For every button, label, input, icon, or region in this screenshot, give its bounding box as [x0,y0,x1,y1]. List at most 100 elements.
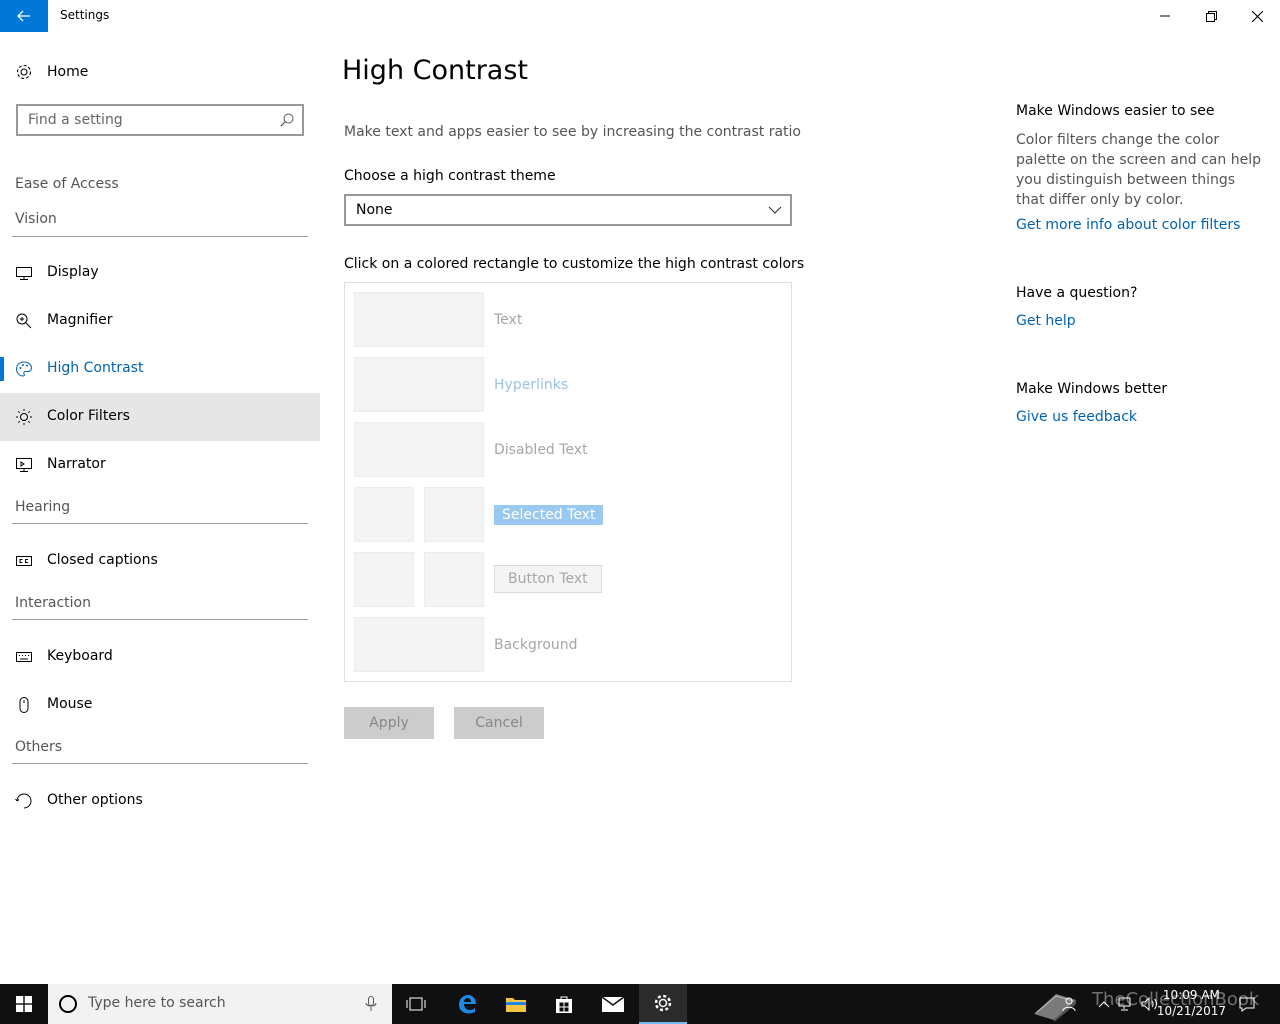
show-hidden-icons-button[interactable] [1093,984,1115,1024]
mail-icon [601,996,625,1012]
sidebar-item-other-options[interactable]: Other options [0,777,320,825]
better-heading: Make Windows better [1016,381,1168,397]
section-vision: Vision [15,211,57,227]
section-interaction: Interaction [15,595,91,611]
text-color-swatch[interactable] [354,292,484,347]
store-button[interactable] [540,984,588,1024]
minimize-button[interactable] [1142,0,1188,32]
swatch-label-text: Text [494,312,523,328]
mail-button[interactable] [589,984,637,1024]
microphone-icon[interactable] [365,996,377,1012]
close-icon [1251,10,1263,22]
restore-icon [1205,10,1217,22]
network-button[interactable] [1115,984,1137,1024]
search-box[interactable] [16,104,304,136]
mouse-icon [19,697,29,713]
question-heading: Have a question? [1016,285,1138,301]
taskbar-search[interactable]: Type here to search [48,984,392,1024]
sidebar-item-mouse[interactable]: Mouse [0,681,320,729]
page-description: Make text and apps easier to see by incr… [344,124,801,140]
close-button[interactable] [1234,0,1280,32]
gear-icon [654,994,672,1012]
sidebar-item-closed-captions[interactable]: Closed captions [0,537,320,585]
cancel-button[interactable]: Cancel [454,707,544,739]
home-nav[interactable]: Home [0,56,320,88]
sidebar-item-label: Color Filters [47,408,130,424]
swatch-label-disabled-text: Disabled Text [494,442,588,458]
color-panel: Text Hyperlinks Disabled Text Selected T… [344,282,792,682]
button-text-foreground-swatch[interactable] [354,552,414,607]
keyboard-icon [16,652,32,662]
apply-button[interactable]: Apply [344,707,434,739]
section-others: Others [15,739,63,755]
colors-label: Click on a colored rectangle to customiz… [344,256,805,272]
get-help-link[interactable]: Get help [1016,313,1076,329]
sun-icon [16,409,32,425]
selected-text-background-swatch[interactable] [424,487,484,542]
network-icon [1118,997,1131,1011]
theme-dropdown[interactable]: None [344,194,792,226]
theme-dropdown-value: None [356,202,393,218]
sidebar-item-display[interactable]: Display [0,249,320,297]
other-options-icon [15,793,32,809]
windows-logo-icon [16,996,32,1012]
closed-captions-icon [16,556,32,566]
sidebar-item-label: Closed captions [47,552,158,568]
sidebar-item-keyboard[interactable]: Keyboard [0,633,320,681]
divider [12,619,308,620]
sidebar-item-label: Keyboard [47,648,113,664]
sidebar-item-high-contrast[interactable]: High Contrast [0,345,320,393]
minimize-icon [1160,15,1170,17]
clock-date: 10/21/2017 [1156,1004,1226,1018]
restore-button[interactable] [1188,0,1234,32]
color-filters-info-link[interactable]: Get more info about color filters [1016,217,1240,233]
search-icon[interactable] [280,113,294,127]
edge-browser-icon [459,995,476,1014]
easier-body: Color filters change the color palette o… [1016,132,1261,208]
action-center-button[interactable] [1234,984,1260,1024]
swatch-label-background: Background [494,637,578,653]
divider [12,236,308,237]
sidebar-item-color-filters[interactable]: Color Filters [0,393,320,441]
divider [12,523,308,524]
back-button[interactable] [0,0,48,32]
edge-button[interactable] [443,984,491,1024]
back-arrow-icon [17,10,30,22]
sidebar-item-label: Display [47,264,99,280]
task-view-icon [406,997,426,1011]
file-explorer-button[interactable] [492,984,540,1024]
taskbar-search-placeholder: Type here to search [88,995,226,1011]
easier-heading: Make Windows easier to see [1016,103,1215,119]
sidebar-item-narrator[interactable]: Narrator [0,441,320,489]
swatch-label-button-text: Button Text [494,565,602,593]
hyperlinks-color-swatch[interactable] [354,357,484,412]
feedback-link[interactable]: Give us feedback [1016,409,1137,425]
palette-icon [15,361,33,377]
sidebar-item-label: Mouse [47,696,93,712]
taskbar-clock[interactable]: 10:09 AM 10/21/2017 [1157,987,1226,1019]
window-title: Settings [60,8,110,22]
page-title: High Contrast [342,55,529,86]
chevron-up-icon [1098,1001,1110,1008]
sidebar-item-magnifier[interactable]: Magnifier [0,297,320,345]
folder-icon [506,998,526,1012]
taskbar: Type here to search TheCollectionBook 10… [0,984,1280,1024]
swatch-label-hyperlinks: Hyperlinks [494,377,569,393]
sidebar-item-label: Narrator [47,456,106,472]
selected-text-foreground-swatch[interactable] [354,487,414,542]
task-view-button[interactable] [392,984,440,1024]
notification-icon [1239,997,1255,1012]
button-text-background-swatch[interactable] [424,552,484,607]
disabled-text-color-swatch[interactable] [354,422,484,477]
title-bar: Settings [0,0,1280,32]
swatch-label-selected-text: Selected Text [494,505,604,525]
sidebar-item-label: High Contrast [47,360,144,376]
home-label: Home [47,64,89,80]
search-input[interactable] [18,106,268,134]
chevron-down-icon [768,206,782,214]
settings-taskbar-button[interactable] [639,984,687,1024]
people-button[interactable] [1058,984,1080,1024]
section-hearing: Hearing [15,499,71,515]
background-color-swatch[interactable] [354,617,484,672]
start-button[interactable] [0,984,48,1024]
